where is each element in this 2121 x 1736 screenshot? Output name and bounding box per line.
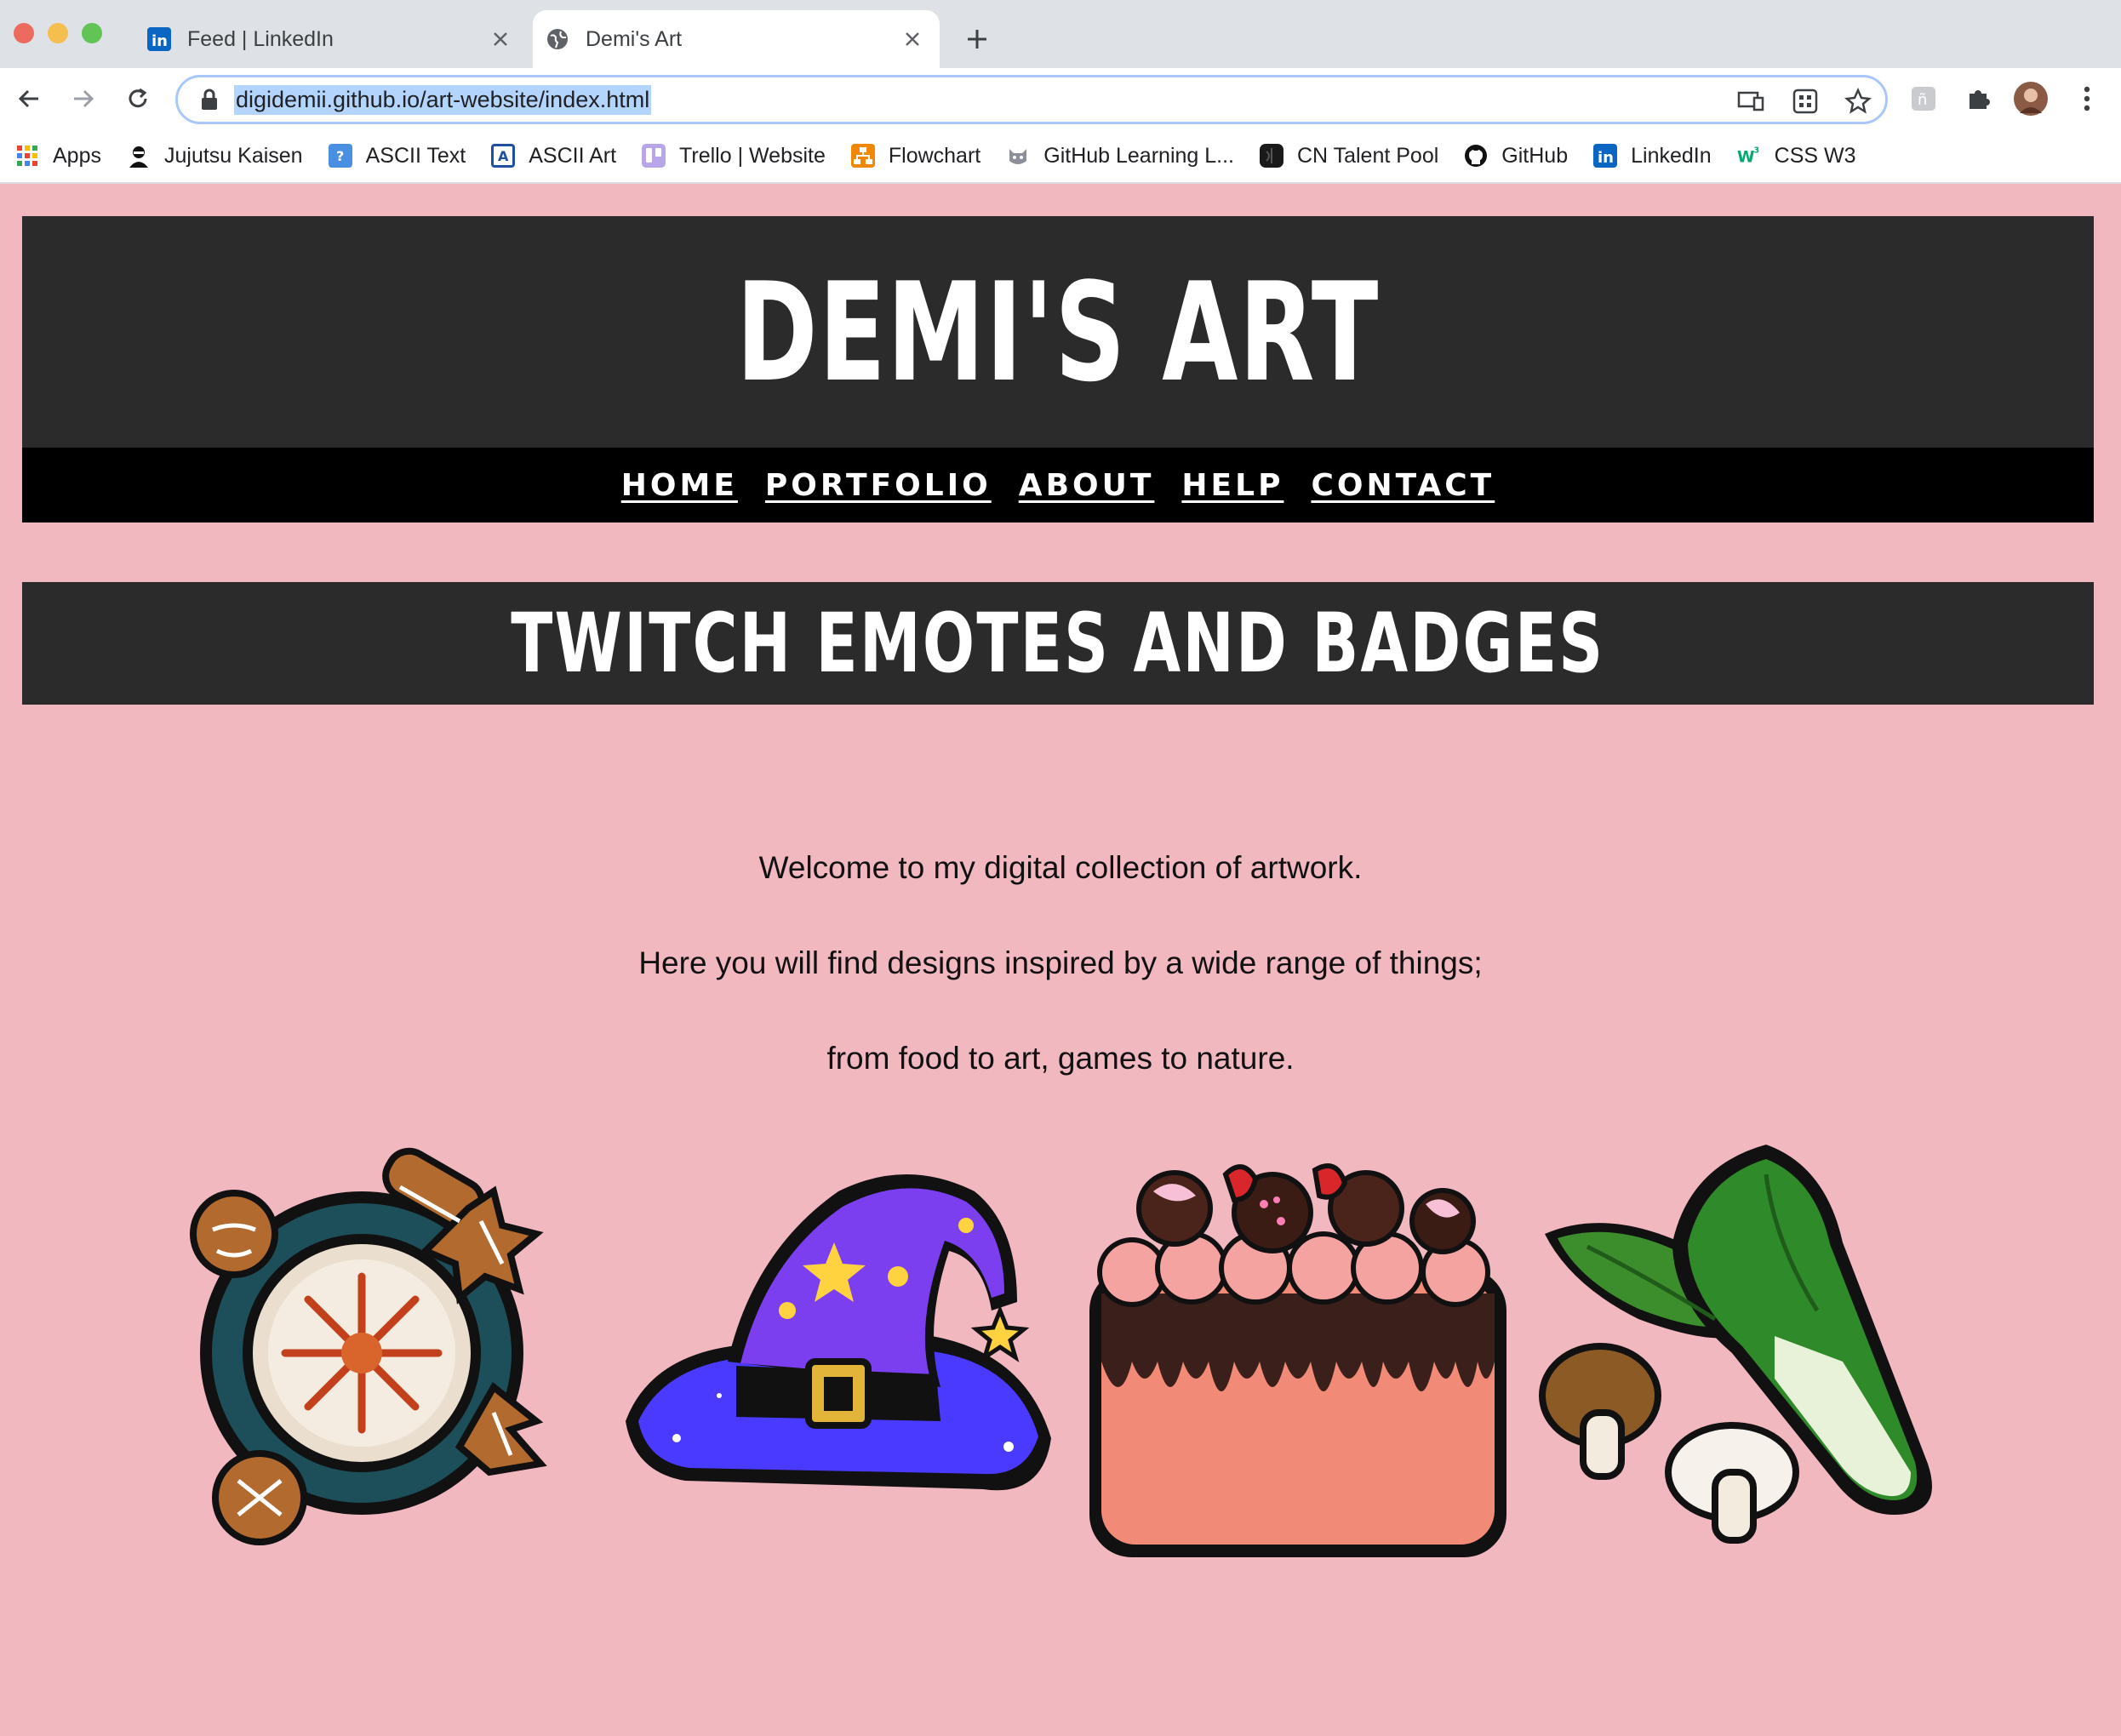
bookmark-css-w3[interactable]: W3 CSS W3 <box>1737 144 1856 168</box>
nav-contact[interactable]: CONTACT <box>1311 468 1495 503</box>
intro-line-1: Welcome to my digital collection of artw… <box>758 850 1363 885</box>
drip-cake-art[interactable] <box>1081 1140 1515 1566</box>
site-header: DEMI'S ART <box>22 216 2094 448</box>
nav-portfolio[interactable]: PORTFOLIO <box>765 468 992 503</box>
window-maximize-button[interactable] <box>82 23 102 43</box>
qr-code-icon[interactable] <box>1788 84 1822 118</box>
reload-button[interactable] <box>117 78 158 119</box>
arrow-left-icon <box>18 89 38 108</box>
tab-linkedin[interactable]: in Feed | LinkedIn <box>134 10 528 68</box>
globe-icon <box>545 26 570 52</box>
bookmark-cn-talent-pool[interactable]: CN Talent Pool <box>1260 144 1438 168</box>
browser-toolbar: digidemii.github.io/art-website/index.ht… <box>0 68 2121 129</box>
reload-icon <box>129 88 147 108</box>
menu-dots-icon[interactable] <box>2067 78 2107 119</box>
tab-demis-art[interactable]: Demi's Art <box>533 10 940 68</box>
section-banner: TWITCH EMOTES AND BADGES <box>22 582 2094 705</box>
trello-icon <box>642 144 666 168</box>
apps-grid-icon <box>15 144 39 168</box>
bookmark-ascii-art[interactable]: A ASCII Art <box>491 144 616 168</box>
flowchart-icon <box>850 144 875 168</box>
nav-home[interactable]: HOME <box>621 468 738 503</box>
site-title: DEMI'S ART <box>736 252 1380 412</box>
bookmark-jujutsu-kaisen[interactable]: Jujutsu Kaisen <box>127 144 303 168</box>
nav-help[interactable]: HELP <box>1181 468 1283 503</box>
nav-about[interactable]: ABOUT <box>1019 468 1155 503</box>
tab-title: Demi's Art <box>586 26 683 51</box>
ascii-text-icon: ? <box>328 144 352 168</box>
linkedin-icon: in <box>146 26 172 52</box>
bookmark-trello[interactable]: Trello | Website <box>642 144 826 168</box>
intro-text: Welcome to my digital collection of artw… <box>0 842 2121 1128</box>
window-close-button[interactable] <box>14 23 34 43</box>
bookmark-star-icon[interactable] <box>1841 84 1875 118</box>
main-nav: HOME PORTFOLIO ABOUT HELP CONTACT <box>22 448 2094 523</box>
new-tab-button[interactable] <box>960 22 994 56</box>
url-text: digidemii.github.io/art-website/index.ht… <box>234 84 652 115</box>
section-title: TWITCH EMOTES AND BADGES <box>511 596 1605 691</box>
wizard-hat-art[interactable] <box>617 1140 1060 1566</box>
github-icon <box>1464 144 1488 168</box>
talent-pool-icon <box>1260 144 1283 168</box>
tab-title: Feed | LinkedIn <box>187 26 334 51</box>
bookmarks-bar: Apps Jujutsu Kaisen ? ASCII Text A ASCII… <box>0 129 2121 184</box>
profile-avatar[interactable] <box>2010 78 2051 119</box>
svg-text:in: in <box>1598 149 1614 167</box>
cat-icon <box>1006 144 1030 168</box>
close-icon[interactable] <box>483 22 517 56</box>
arrow-right-icon <box>74 89 94 108</box>
ascii-art-icon: A <box>491 144 516 168</box>
cast-icon[interactable] <box>1734 84 1768 118</box>
lock-icon <box>202 89 217 110</box>
intro-line-3: from food to art, games to nature. <box>826 1041 1295 1076</box>
browser-titlebar: in Feed | LinkedIn Demi's Art <box>0 0 2121 68</box>
bookmark-apps[interactable]: Apps <box>15 144 101 168</box>
bookmark-github[interactable]: GitHub <box>1464 144 1568 168</box>
bookmark-flowchart[interactable]: Flowchart <box>850 144 980 168</box>
bookmark-github-learning[interactable]: GitHub Learning L... <box>1006 144 1234 168</box>
bookmark-linkedin[interactable]: in LinkedIn <box>1593 144 1712 168</box>
back-button[interactable] <box>9 78 49 119</box>
latte-gingerbread-art[interactable] <box>153 1140 587 1566</box>
close-icon[interactable] <box>895 22 929 56</box>
puzzle-icon[interactable] <box>1958 78 1998 119</box>
svg-text:in: in <box>152 32 168 50</box>
svg-text:3: 3 <box>1753 146 1759 155</box>
address-bar[interactable]: digidemii.github.io/art-website/index.ht… <box>175 75 1888 124</box>
artwork-gallery <box>153 1140 1966 1566</box>
forward-button[interactable] <box>63 78 104 119</box>
intro-line-2: Here you will find designs inspired by a… <box>638 945 1483 980</box>
bok-choy-mushroom-art[interactable] <box>1536 1140 1966 1566</box>
window-minimize-button[interactable] <box>48 23 68 43</box>
svg-text:W: W <box>1737 148 1755 166</box>
svg-text:ñ: ñ <box>1918 91 1927 109</box>
w3-icon: W3 <box>1737 144 1761 168</box>
bookmark-ascii-text[interactable]: ? ASCII Text <box>328 144 466 168</box>
anime-avatar-icon <box>127 144 151 168</box>
extension-icon[interactable]: ñ <box>1903 78 1944 119</box>
linkedin-icon: in <box>1593 144 1618 168</box>
